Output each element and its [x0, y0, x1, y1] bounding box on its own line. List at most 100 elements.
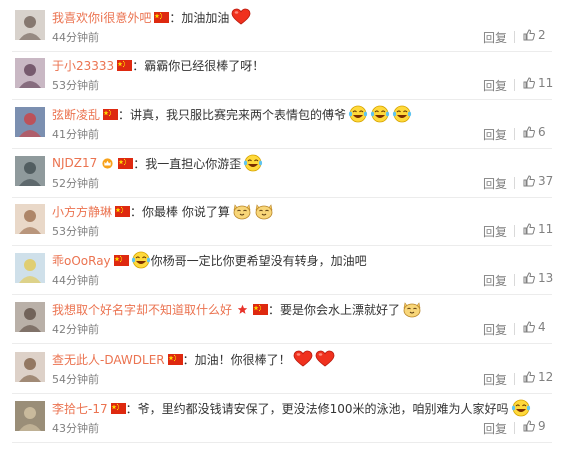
crown-badge-icon	[102, 157, 113, 169]
comment-item: NJDZ17 ：我一直担心你游歪 52分钟前 回复 37	[0, 148, 564, 198]
like-button[interactable]: 12	[523, 370, 553, 384]
username-link[interactable]: 我喜欢你i很意外吧	[52, 9, 151, 26]
comment-line: 李拾七-17 ：爷，里约都没钱请安保了，更没法修100米的泳池，咱别难为人家好吗	[52, 399, 531, 417]
like-button[interactable]: 2	[523, 28, 546, 42]
china-flag-icon	[117, 59, 133, 71]
divider	[514, 79, 515, 91]
reply-button[interactable]: 回复	[483, 175, 507, 192]
divider	[514, 373, 515, 385]
like-count: 6	[538, 125, 546, 139]
divider	[514, 31, 515, 43]
laugh-tears-emoji-icon	[370, 105, 390, 123]
comment-text: ：加油！你很棒了！	[182, 352, 291, 367]
comment-line: 我想取个好名字却不知道取什么好 ：要是你会水上漂就好了	[52, 300, 422, 318]
username-link[interactable]: 李拾七-17	[52, 400, 108, 417]
username-link[interactable]: 乖oOoRay	[52, 252, 111, 269]
avatar[interactable]	[15, 58, 45, 88]
timestamp: 42分钟前	[52, 323, 99, 336]
avatar[interactable]	[15, 302, 45, 332]
china-flag-icon	[115, 205, 131, 217]
comment-text: ：讲真，我只服比赛完来两个表情包的傅爷	[118, 107, 347, 122]
username-link[interactable]: 于小23333	[52, 57, 114, 74]
china-flag-icon	[253, 303, 269, 315]
like-count: 11	[538, 76, 554, 90]
comment-line: 乖oOoRay 你杨哥一定比你更希望没有转身，加油吧	[52, 251, 367, 269]
comment-line: 弦断凌乱 ：讲真，我只服比赛完来两个表情包的傅爷	[52, 105, 412, 123]
avatar[interactable]	[15, 401, 45, 431]
avatar[interactable]	[15, 352, 45, 382]
reply-button[interactable]: 回复	[483, 29, 507, 46]
like-button[interactable]: 11	[523, 222, 553, 236]
timestamp: 41分钟前	[52, 128, 99, 141]
reply-button[interactable]: 回复	[483, 77, 507, 94]
comment-item: 我喜欢你i很意外吧 ：加油加油 44分钟前 回复 2	[0, 2, 564, 52]
comment-line: 于小23333 ：霸霸你已经很棒了呀！	[52, 56, 264, 74]
comment-text: 你杨哥一定比你更希望没有转身，加油吧	[150, 253, 367, 268]
thumbs-up-icon	[523, 29, 535, 41]
comment-text: ：你最棒 你说了算	[130, 204, 230, 219]
avatar[interactable]	[15, 204, 45, 234]
like-count: 12	[538, 370, 554, 384]
row-separator	[12, 442, 552, 443]
reply-button[interactable]: 回复	[483, 126, 507, 143]
username-link[interactable]: 查无此人-DAWDLER	[52, 351, 165, 368]
china-flag-icon	[154, 11, 170, 23]
divider	[514, 177, 515, 189]
divider	[514, 225, 515, 237]
avatar[interactable]	[15, 253, 45, 283]
cat-emoji-icon	[255, 204, 273, 220]
comment-line: 小方方静琳 ：你最棒 你说了算	[52, 202, 274, 220]
timestamp: 54分钟前	[52, 373, 99, 386]
username-link[interactable]: NJDZ17	[52, 156, 97, 170]
comment-text: ：要是你会水上漂就好了	[268, 302, 401, 317]
avatar[interactable]	[15, 10, 45, 40]
username-link[interactable]: 我想取个好名字却不知道取什么好	[52, 301, 232, 318]
comment-text: ：霸霸你已经很棒了呀！	[132, 58, 265, 73]
timestamp: 53分钟前	[52, 79, 99, 92]
comment-line: 我喜欢你i很意外吧 ：加油加油	[52, 8, 251, 26]
like-count: 13	[538, 271, 554, 285]
avatar[interactable]	[15, 156, 45, 186]
thumbs-up-icon	[523, 175, 535, 187]
thumbs-up-icon	[523, 126, 535, 138]
comment-item: 查无此人-DAWDLER ：加油！你很棒了！ 54分钟前 回复 12	[0, 344, 564, 394]
divider	[514, 422, 515, 434]
comment-text: ：加油加油	[169, 10, 230, 25]
avatar[interactable]	[15, 107, 45, 137]
china-flag-icon	[103, 108, 119, 120]
like-button[interactable]: 11	[523, 76, 553, 90]
comment-line: NJDZ17 ：我一直担心你游歪	[52, 154, 263, 172]
reply-button[interactable]: 回复	[483, 420, 507, 437]
like-button[interactable]: 13	[523, 271, 553, 285]
like-count: 37	[538, 174, 554, 188]
like-count: 11	[538, 222, 554, 236]
reply-button[interactable]: 回复	[483, 371, 507, 388]
like-count: 9	[538, 419, 546, 433]
thumbs-up-icon	[523, 321, 535, 333]
heart-emoji-icon	[315, 350, 335, 367]
comment-item: 于小23333 ：霸霸你已经很棒了呀！ 53分钟前 回复 11	[0, 50, 564, 100]
heart-emoji-icon	[231, 8, 251, 25]
like-button[interactable]: 4	[523, 320, 546, 334]
comment-line: 查无此人-DAWDLER ：加油！你很棒了！	[52, 350, 335, 368]
divider	[514, 274, 515, 286]
thumbs-up-icon	[523, 272, 535, 284]
comment-item: 乖oOoRay 你杨哥一定比你更希望没有转身，加油吧 44分钟前 回复 13	[0, 245, 564, 295]
like-button[interactable]: 9	[523, 419, 546, 433]
like-button[interactable]: 6	[523, 125, 546, 139]
comment-item: 我想取个好名字却不知道取什么好 ：要是你会水上漂就好了 42分钟前 回复 4	[0, 294, 564, 344]
username-link[interactable]: 弦断凌乱	[52, 106, 100, 123]
timestamp: 43分钟前	[52, 422, 99, 435]
reply-button[interactable]: 回复	[483, 272, 507, 289]
like-button[interactable]: 37	[523, 174, 553, 188]
china-flag-icon	[113, 254, 129, 266]
china-flag-icon	[118, 157, 134, 169]
comment-item: 小方方静琳 ：你最棒 你说了算 53分钟前 回复 11	[0, 196, 564, 246]
heart-emoji-icon	[293, 350, 313, 367]
reply-button[interactable]: 回复	[483, 223, 507, 240]
username-link[interactable]: 小方方静琳	[52, 203, 112, 220]
star-badge-icon	[237, 304, 248, 314]
reply-button[interactable]: 回复	[483, 321, 507, 338]
thumbs-up-icon	[523, 420, 535, 432]
laugh-tears-emoji-icon	[348, 105, 368, 123]
